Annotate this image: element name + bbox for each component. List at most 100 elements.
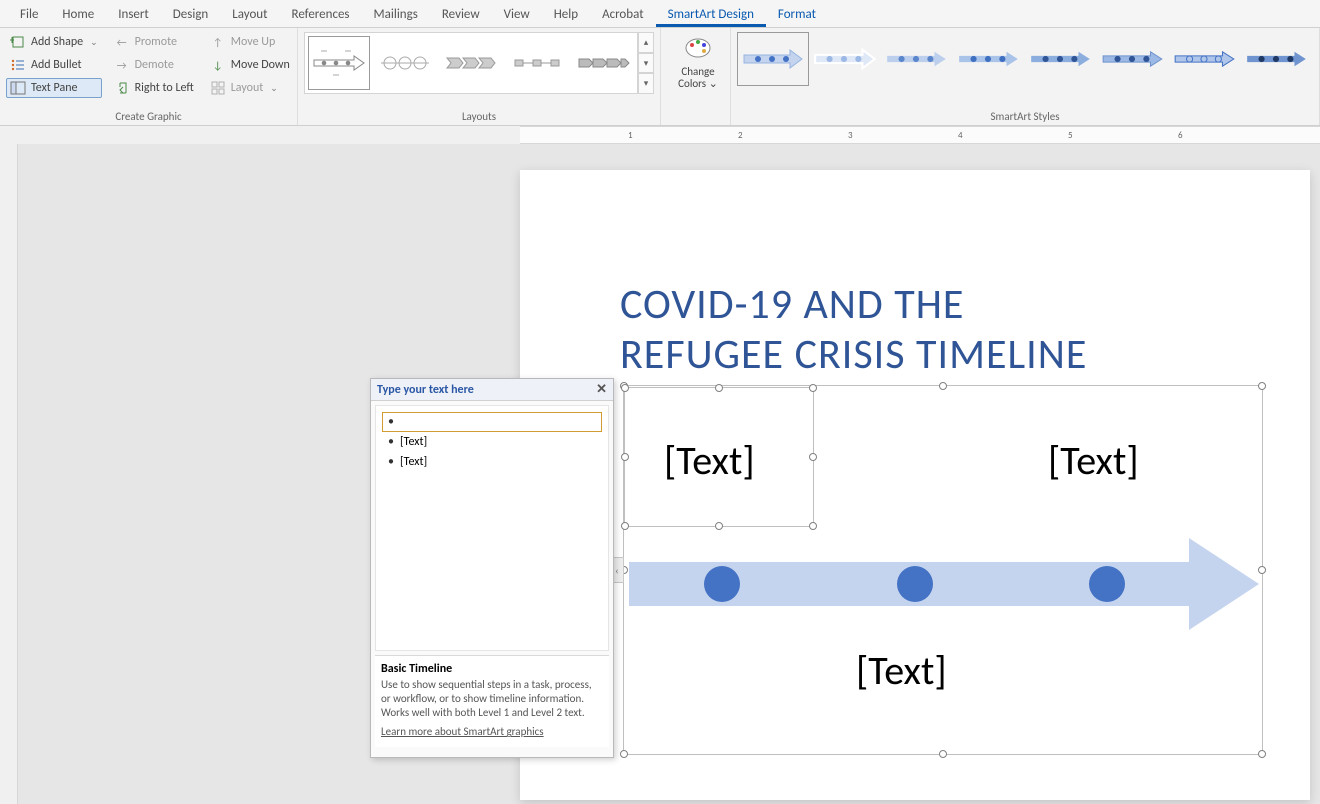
timeline-label-3[interactable]: [Text]	[1048, 436, 1139, 485]
change-colors-button[interactable]: Change Colors ⌄	[667, 32, 729, 90]
layout-gallery-up[interactable]: ▴	[638, 32, 654, 53]
close-icon[interactable]: ✕	[596, 382, 607, 397]
tab-home[interactable]: Home	[50, 2, 106, 27]
layout-circle-accent-timeline[interactable]	[374, 36, 436, 90]
layout-gallery-down[interactable]: ▾	[638, 53, 654, 74]
resize-handle[interactable]	[621, 384, 629, 392]
tab-design[interactable]: Design	[161, 2, 220, 27]
text-pane-item-3-text[interactable]: [Text]	[400, 455, 427, 469]
tab-format[interactable]: Format	[766, 2, 828, 27]
tab-file[interactable]: File	[8, 2, 50, 27]
text-pane-item-2[interactable]: [Text]	[382, 432, 602, 452]
layout-basic-timeline[interactable]	[308, 36, 370, 90]
tab-references[interactable]: References	[280, 2, 362, 27]
right-to-left-label: Right to Left	[135, 81, 194, 95]
ruler-tick: 6	[1178, 130, 1183, 141]
ribbon-tabs: File Home Insert Design Layout Reference…	[0, 0, 1320, 28]
style-inset[interactable]	[1169, 32, 1241, 86]
style-polished[interactable]	[1097, 32, 1169, 86]
change-colors-label: Change Colors ⌄	[667, 66, 729, 90]
text-pane-header[interactable]: Type your text here ✕	[371, 379, 613, 401]
add-bullet-button[interactable]: Add Bullet	[6, 55, 102, 75]
layout-dropdown: Layout	[206, 78, 294, 98]
add-shape-button[interactable]: Add Shape	[6, 32, 102, 52]
group-smartart-styles: SmartArt Styles	[731, 28, 1320, 125]
resize-handle[interactable]	[809, 384, 817, 392]
document-page[interactable]: COVID-19 AND THE REFUGEE CRISIS TIMELINE…	[520, 170, 1310, 800]
group-title-styles: SmartArt Styles	[731, 110, 1319, 123]
resize-handle[interactable]	[1258, 382, 1266, 390]
demote-button: → Demote	[110, 55, 198, 75]
horizontal-ruler[interactable]: 1 2 3 4 5 6	[0, 126, 1320, 144]
layout-closed-chevron[interactable]	[572, 36, 634, 90]
style-intense-effect[interactable]	[1025, 32, 1097, 86]
tab-acrobat[interactable]: Acrobat	[590, 2, 656, 27]
demote-label: Demote	[135, 58, 174, 72]
resize-handle[interactable]	[621, 453, 629, 461]
layout-gallery-more[interactable]: ▾	[638, 73, 654, 94]
add-bullet-icon	[10, 57, 26, 73]
move-down-icon: ↓	[210, 57, 226, 73]
resize-handle[interactable]	[1258, 750, 1266, 758]
style-simple-fill[interactable]	[737, 32, 809, 86]
tab-view[interactable]: View	[492, 2, 542, 27]
add-shape-icon	[10, 34, 26, 50]
resize-handle[interactable]	[939, 750, 947, 758]
resize-handle[interactable]	[715, 522, 723, 530]
timeline-arrow[interactable]	[629, 534, 1259, 634]
add-bullet-label: Add Bullet	[31, 58, 82, 72]
smartart-text-pane[interactable]: Type your text here ✕ [Text] [Text] Basi…	[370, 378, 614, 758]
timeline-label-1[interactable]: [Text]	[664, 436, 755, 485]
resize-handle[interactable]	[1258, 566, 1266, 574]
ribbon: Add Shape Add Bullet Text Pane ← Promote	[0, 28, 1320, 126]
right-to-left-button[interactable]: Right to Left	[110, 78, 198, 98]
layout-chevron-accent[interactable]	[506, 36, 568, 90]
move-down-button[interactable]: ↓ Move Down	[206, 55, 294, 75]
resize-handle[interactable]	[809, 453, 817, 461]
ruler-tick: 1	[628, 130, 633, 141]
promote-button: ← Promote	[110, 32, 198, 52]
resize-handle[interactable]	[939, 382, 947, 390]
tab-help[interactable]: Help	[542, 2, 590, 27]
style-moderate-effect[interactable]	[953, 32, 1025, 86]
text-pane-label: Text Pane	[31, 81, 78, 95]
move-up-icon: ↑	[210, 34, 226, 50]
tab-smartart-design[interactable]: SmartArt Design	[656, 2, 766, 27]
text-pane-info-name: Basic Timeline	[381, 662, 603, 676]
resize-handle[interactable]	[621, 522, 629, 530]
style-subtle-effect[interactable]	[881, 32, 953, 86]
ruler-tick: 5	[1068, 130, 1073, 141]
layout-basic-chevron[interactable]	[440, 36, 502, 90]
text-pane-info-desc: Use to show sequential steps in a task, …	[381, 678, 603, 719]
ruler-tick: 3	[848, 130, 853, 141]
tab-mailings[interactable]: Mailings	[362, 2, 430, 27]
layout-label: Layout	[231, 81, 264, 95]
text-pane-item-1[interactable]	[382, 412, 602, 432]
style-white-outline[interactable]	[809, 32, 881, 86]
layout-icon	[210, 80, 226, 96]
tab-insert[interactable]: Insert	[106, 2, 161, 27]
text-pane-icon	[10, 80, 26, 96]
layout-gallery	[304, 32, 638, 94]
resize-handle[interactable]	[620, 750, 628, 758]
timeline-node-2[interactable]	[897, 566, 933, 602]
document-title: COVID-19 AND THE REFUGEE CRISIS TIMELINE	[620, 280, 1087, 381]
text-pane-info-link[interactable]: Learn more about SmartArt graphics	[381, 725, 544, 738]
text-pane-item-3[interactable]: [Text]	[382, 452, 602, 472]
vertical-ruler[interactable]	[0, 144, 18, 804]
group-change-colors: Change Colors ⌄	[661, 28, 731, 125]
timeline-node-3[interactable]	[1089, 566, 1125, 602]
style-cartoon[interactable]	[1241, 32, 1313, 86]
text-pane-item-2-text[interactable]: [Text]	[400, 435, 427, 449]
resize-handle[interactable]	[809, 522, 817, 530]
tab-review[interactable]: Review	[430, 2, 492, 27]
text-pane-toggle[interactable]: Text Pane	[6, 78, 102, 98]
promote-icon: ←	[114, 34, 130, 50]
group-title-layouts: Layouts	[298, 110, 660, 123]
text-pane-info: Basic Timeline Use to show sequential st…	[375, 655, 609, 747]
smartart-graphic[interactable]: ‹ [Text] [Text] [Text]	[623, 385, 1263, 755]
timeline-node-1[interactable]	[704, 566, 740, 602]
resize-handle[interactable]	[715, 384, 723, 392]
timeline-label-2[interactable]: [Text]	[856, 646, 947, 695]
tab-layout[interactable]: Layout	[220, 2, 279, 27]
